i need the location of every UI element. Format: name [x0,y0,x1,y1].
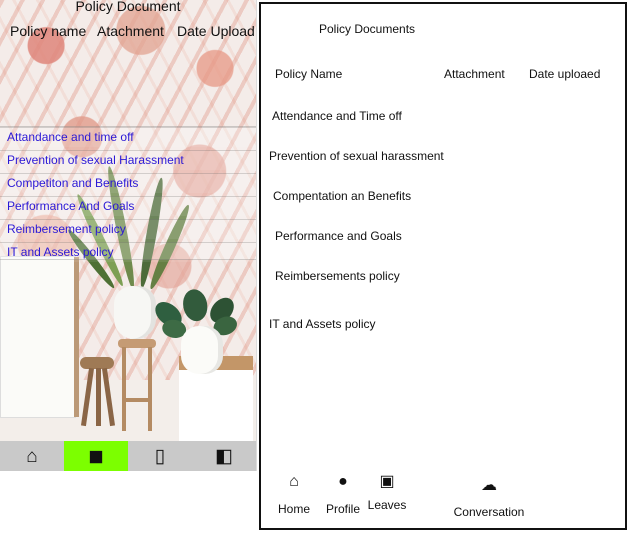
wireframe-sketch-right: Policy Documents Policy Name Attachment … [259,2,627,530]
policy-item-competition[interactable]: Competiton and Benefits [7,174,138,192]
bottom-navigation: ⌂ ◼ ▯ ◧ [0,441,256,471]
page-title: Policy Document [75,0,181,14]
sketch-nav-profile-label: Profile [325,502,360,516]
chat-icon: ◧ [215,445,233,467]
column-header-date-upload: Date Upload [177,23,255,39]
policy-list: Attandance and time off Prevention of se… [0,126,256,262]
copy-document-icon: ▣ [379,473,395,490]
sketch-policy-item-performance[interactable]: Performance and Goals [275,229,402,243]
sketch-policy-item-attendance[interactable]: Attendance and Time off [272,109,402,123]
white-plant-pot [114,286,156,339]
nav-profile-button[interactable]: ◼ [64,441,128,471]
policy-item-attendance[interactable]: Attandance and time off [7,128,134,146]
nav-conversation-button[interactable]: ◧ [192,441,256,471]
chat-icon: ☁ [481,477,497,494]
policy-item-performance[interactable]: Performance And Goals [7,197,134,215]
nav-home-button[interactable]: ⌂ [0,441,64,471]
white-plant-pot [181,326,223,374]
plant-stand [118,339,156,431]
sketch-page-title: Policy Documents [319,22,416,36]
sketch-column-header-policy-name: Policy Name [275,67,343,81]
sketch-nav-conversation-label: Conversation [453,505,525,519]
sketch-column-header-attachment: Attachment [444,67,505,81]
home-icon: ⌂ [26,445,38,467]
sketch-policy-item-compensation[interactable]: Compentation an Benefits [273,189,411,203]
sketch-column-header-date-uploaded: Date uploaed [529,67,601,81]
table-header: Policy name Atachment Date Upload [0,21,256,41]
sketch-nav-leaves-label: Leaves [367,498,407,512]
clipboard-icon: ▯ [154,445,166,467]
sketch-policy-item-prevention[interactable]: Prevention of sexual harassment [269,149,444,163]
sketch-nav-home-label: Home [277,502,310,516]
nav-leaves-button[interactable]: ▯ [128,441,192,471]
policy-item-reimbursement[interactable]: Reimbersement policy [7,220,126,238]
column-header-policy-name: Policy name [10,23,87,39]
policy-item-prevention[interactable]: Prevention of sexual Harassment [7,151,184,169]
profile-icon: ◼ [88,445,104,467]
white-cabinet [0,256,79,418]
profile-icon: ● [338,473,348,490]
sketch-nav-conversation[interactable]: ☁ Conversation [452,477,526,520]
sketch-nav-profile[interactable]: ● Profile [324,473,362,517]
home-icon: ⌂ [289,473,299,490]
sketch-policy-item-reimbursement[interactable]: Reimbersements policy [275,269,400,283]
wooden-stool [78,357,118,429]
sketch-nav-home[interactable]: ⌂ Home [276,473,312,517]
policy-item-it-assets[interactable]: IT and Assets policy [7,243,114,261]
column-header-attachment: Atachment [97,23,164,39]
mobile-screen-left: Policy Document Policy name Atachment Da… [0,0,257,471]
sketch-nav-leaves[interactable]: ▣ Leaves [367,473,407,513]
sketch-policy-item-it-assets[interactable]: IT and Assets policy [269,317,376,331]
